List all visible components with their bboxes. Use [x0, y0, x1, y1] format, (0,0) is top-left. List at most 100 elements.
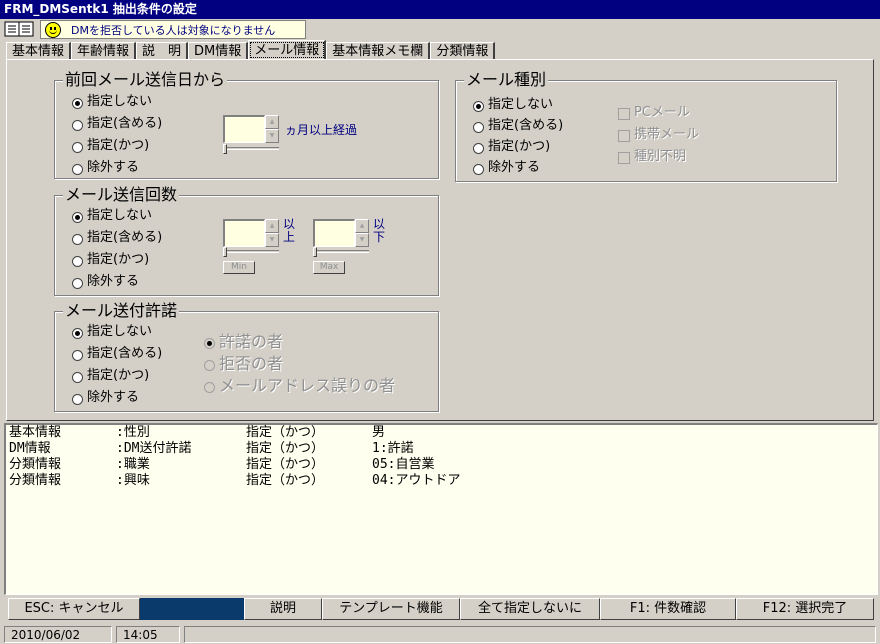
condition-value: 1:許諾	[372, 441, 414, 456]
mail-type-group: メール種別 指定しない 指定(含める) 指定(かつ) 除外する PCメール 携帯…	[455, 70, 837, 182]
book-icon[interactable]	[4, 21, 34, 37]
min-spinner[interactable]: ▲ ▼	[223, 219, 279, 247]
tab-dm-info[interactable]: DM情報	[188, 42, 249, 60]
permission-radio-include[interactable]: 指定(含める)	[71, 344, 162, 364]
template-button[interactable]: テンプレート機能	[322, 598, 460, 620]
condition-category: 分類情報	[9, 473, 62, 488]
window-title: FRM_DMSentk1 抽出条件の設定	[0, 0, 880, 19]
max-slider[interactable]	[313, 247, 369, 257]
max-spinner[interactable]: ▲ ▼	[313, 219, 369, 247]
list-item[interactable]: 分類情報 :興味 指定（かつ） 04:アウトドア	[6, 473, 877, 489]
permission-sub-bad-address[interactable]: メールアドレス誤りの者	[203, 376, 395, 396]
function-key-bar: ESC: キャンセル 説明 テンプレート機能 全て指定しないに F1: 件数確認…	[6, 598, 876, 620]
status-time: 14:05	[116, 626, 180, 643]
spin-up-icon[interactable]: ▲	[355, 219, 369, 233]
group-title: メール送信回数	[63, 185, 180, 205]
permission-group: メール送付許諾 指定しない 指定(含める) 指定(かつ) 除外する 許諾の者 拒…	[54, 301, 439, 412]
send-count-group: メール送信回数 指定しない 指定(含める) 指定(かつ) 除外する ▲ ▼ 以上 …	[54, 185, 439, 296]
slider-thumb[interactable]	[223, 247, 227, 257]
mail-type-check-mobile[interactable]: 携帯メール	[618, 125, 699, 145]
months-spinner[interactable]: ▲ ▼	[223, 115, 279, 143]
send-count-radio-include[interactable]: 指定(含める)	[71, 228, 162, 248]
list-item[interactable]: DM情報 :DM送付許諾 指定（かつ） 1:許諾	[6, 441, 877, 457]
min-slider[interactable]	[223, 247, 279, 257]
spin-down-icon[interactable]: ▼	[265, 233, 279, 247]
condition-item: :興味	[116, 473, 150, 488]
mail-type-radio-exclude[interactable]: 除外する	[472, 158, 540, 178]
last-sent-radio-none[interactable]: 指定しない	[71, 92, 152, 112]
permission-radio-exclude[interactable]: 除外する	[71, 388, 139, 408]
status-bar: 2010/06/02 14:05	[0, 624, 880, 644]
tab-mail-info[interactable]: メール情報	[248, 40, 327, 60]
tab-category-info[interactable]: 分類情報	[430, 42, 496, 60]
min-suffix: 以上	[283, 217, 296, 244]
condition-value: 男	[372, 425, 386, 440]
permission-radio-and[interactable]: 指定(かつ)	[71, 366, 149, 386]
condition-value: 04:アウトドア	[372, 473, 461, 488]
max-suffix: 以下	[373, 217, 386, 244]
tab-strip: 基本情報 年齢情報 説 明 DM情報 メール情報 基本情報メモ欄 分類情報	[6, 40, 496, 60]
tab-age-info[interactable]: 年齢情報	[71, 42, 137, 60]
tab-basic-memo[interactable]: 基本情報メモ欄	[326, 42, 431, 60]
condition-item: :職業	[116, 457, 150, 472]
status-date: 2010/06/02	[4, 626, 112, 643]
send-count-radio-none[interactable]: 指定しない	[71, 206, 152, 226]
mail-type-radio-and[interactable]: 指定(かつ)	[472, 137, 550, 157]
max-input[interactable]	[313, 219, 355, 247]
condition-category: 分類情報	[9, 457, 62, 472]
condition-category: DM情報	[9, 441, 51, 456]
min-button[interactable]: Min	[223, 261, 255, 274]
condition-item: :性別	[116, 425, 150, 440]
clear-all-button[interactable]: 全て指定しないに	[460, 598, 600, 620]
list-item[interactable]: 基本情報 :性別 指定（かつ） 男	[6, 425, 877, 441]
permission-sub-refused[interactable]: 拒否の者	[203, 354, 283, 374]
condition-item: :DM送付許諾	[116, 441, 192, 456]
slider-thumb[interactable]	[223, 144, 227, 154]
group-title: メール種別	[464, 70, 549, 90]
permission-sub-allowed[interactable]: 許諾の者	[203, 332, 283, 352]
send-count-radio-exclude[interactable]: 除外する	[71, 272, 139, 292]
condition-mode: 指定（かつ）	[246, 473, 325, 488]
max-button[interactable]: Max	[313, 261, 345, 274]
status-message	[184, 626, 876, 643]
tab-basic-info[interactable]: 基本情報	[6, 42, 72, 60]
mail-type-check-unknown[interactable]: 種別不明	[618, 147, 686, 167]
last-sent-radio-and[interactable]: 指定(かつ)	[71, 136, 149, 156]
conditions-list[interactable]: 基本情報 :性別 指定（かつ） 男 DM情報 :DM送付許諾 指定（かつ） 1:…	[4, 423, 878, 595]
f12-done-button[interactable]: F12: 選択完了	[736, 598, 874, 620]
last-sent-radio-exclude[interactable]: 除外する	[71, 158, 139, 178]
last-sent-radio-include[interactable]: 指定(含める)	[71, 114, 162, 134]
permission-radio-none[interactable]: 指定しない	[71, 322, 152, 342]
spin-down-icon[interactable]: ▼	[265, 129, 279, 143]
group-title: メール送付許諾	[63, 301, 180, 321]
months-slider[interactable]	[223, 144, 279, 154]
esc-cancel-button[interactable]: ESC: キャンセル	[8, 598, 140, 620]
list-item[interactable]: 分類情報 :職業 指定（かつ） 05:自営業	[6, 457, 877, 473]
blank-key	[140, 598, 244, 620]
min-input[interactable]	[223, 219, 265, 247]
condition-mode: 指定（かつ）	[246, 457, 325, 472]
last-sent-group: 前回メール送信日から 指定しない 指定(含める) 指定(かつ) 除外する ▲ ▼ …	[54, 70, 439, 179]
condition-mode: 指定（かつ）	[246, 441, 325, 456]
mail-type-check-pc[interactable]: PCメール	[618, 103, 690, 123]
notice-text: DMを拒否している人は対象になりません	[71, 24, 276, 37]
send-count-radio-and[interactable]: 指定(かつ)	[71, 250, 149, 270]
mail-type-radio-none[interactable]: 指定しない	[472, 95, 553, 115]
condition-mode: 指定（かつ）	[246, 425, 325, 440]
months-suffix: ヵ月以上経過	[285, 123, 358, 137]
tab-description[interactable]: 説 明	[136, 42, 189, 60]
spin-up-icon[interactable]: ▲	[265, 115, 279, 129]
tab-panel: 前回メール送信日から 指定しない 指定(含める) 指定(かつ) 除外する ▲ ▼ …	[6, 59, 874, 421]
spin-down-icon[interactable]: ▼	[355, 233, 369, 247]
condition-category: 基本情報	[9, 425, 62, 440]
mail-type-radio-include[interactable]: 指定(含める)	[472, 116, 563, 136]
slider-thumb[interactable]	[313, 247, 317, 257]
condition-value: 05:自営業	[372, 457, 435, 472]
help-button[interactable]: 説明	[244, 598, 322, 620]
smiley-icon	[45, 22, 61, 38]
spin-up-icon[interactable]: ▲	[265, 219, 279, 233]
months-input[interactable]	[223, 115, 265, 143]
notice-bar: DMを拒否している人は対象になりません	[0, 19, 880, 40]
f1-count-button[interactable]: F1: 件数確認	[600, 598, 736, 620]
notice-box: DMを拒否している人は対象になりません	[40, 20, 306, 39]
